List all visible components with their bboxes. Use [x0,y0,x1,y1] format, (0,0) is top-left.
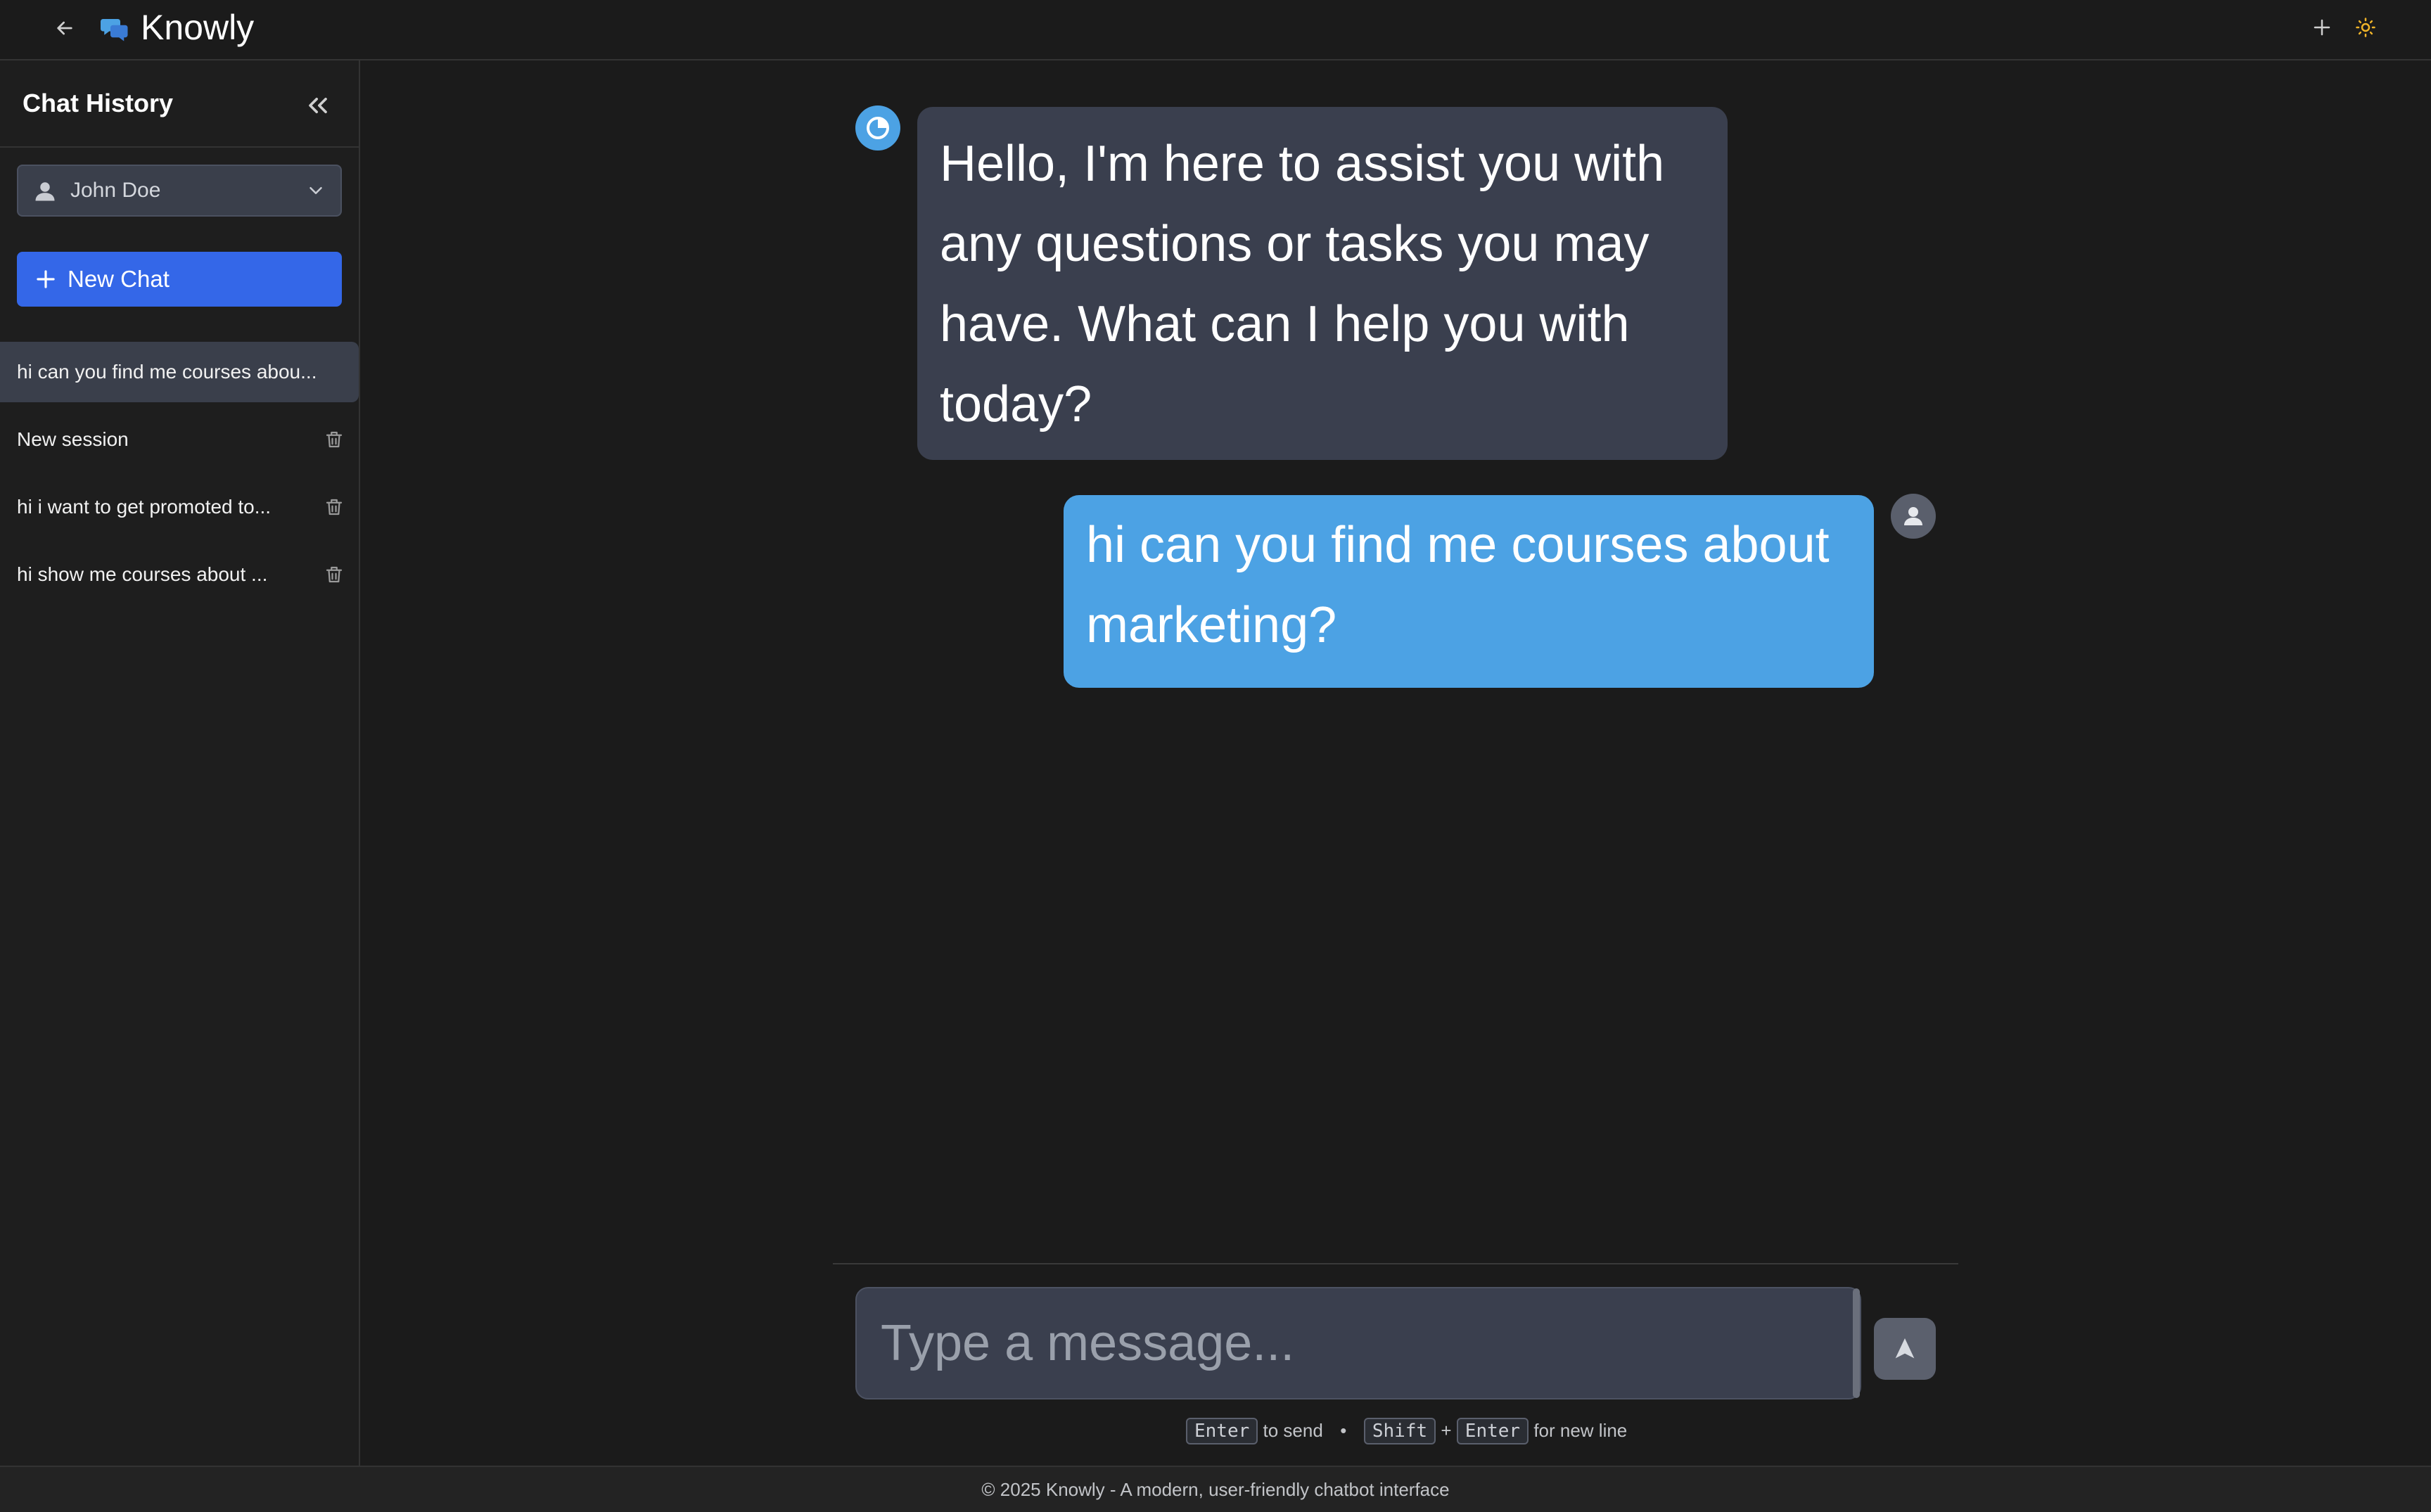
new-chat-header-button[interactable] [2306,11,2338,44]
user-avatar [1891,494,1936,539]
user-select-value: John Doe [70,179,161,202]
bot-pie-icon [867,117,889,139]
send-arrow-icon [1895,1338,1915,1359]
trash-icon[interactable] [324,564,345,585]
chat-session-label: hi i want to get promoted to... [17,496,272,518]
keyboard-hints: Enter to send • Shift + Enter for new li… [1186,1416,1627,1444]
collapse-sidebar-button[interactable] [300,87,336,124]
chat-session-item[interactable]: New session [0,409,359,470]
trash-icon[interactable] [324,429,345,450]
sidebar-title: Chat History [23,89,174,117]
new-chat-label: New Chat [68,266,170,292]
user-select[interactable]: John Doe [17,165,342,217]
enter-key: Enter [1186,1418,1258,1444]
enter-key: Enter [1456,1418,1529,1444]
chevron-down-icon [310,187,322,194]
chat-session-label: hi can you find me courses abou... [17,361,317,383]
chat-session-label: hi show me courses about ... [17,563,268,585]
send-button[interactable] [1874,1318,1936,1380]
app-title: Knowly [141,8,255,47]
trash-icon[interactable] [324,496,345,518]
chevrons-left-icon [309,98,327,113]
chat-session-item[interactable]: hi show me courses about ... [0,544,359,605]
chat-bubbles-icon [101,19,128,41]
user-icon [1904,507,1922,525]
footer: © 2025 Knowly - A modern, user-friendly … [0,1466,2431,1512]
input-scrollbar[interactable] [1853,1288,1860,1398]
shift-key: Shift [1363,1418,1436,1444]
footer-text: © 2025 Knowly - A modern, user-friendly … [981,1479,1450,1500]
top-bar: Knowly [0,0,2431,60]
hint-bullet: • [1340,1420,1347,1441]
sidebar-header: Chat History [0,60,359,148]
plus-icon [2314,19,2330,36]
theme-toggle-button[interactable] [2349,11,2382,44]
composer-divider [833,1263,1958,1264]
hint-to-send: to send [1263,1420,1323,1441]
user-message: hi can you find me courses about marketi… [1064,495,1874,688]
new-chat-button[interactable]: New Chat [17,252,342,307]
user-icon [35,182,55,201]
chat-session-item[interactable]: hi i want to get promoted to... [0,477,359,537]
message-input[interactable] [855,1287,1861,1399]
hint-plus: + [1441,1420,1452,1441]
sun-icon [2356,18,2375,37]
arrow-left-icon [57,21,72,35]
hint-new-line: for new line [1533,1420,1628,1441]
back-button[interactable] [49,13,80,44]
chat-session-label: New session [17,428,129,450]
bot-avatar [855,105,900,150]
plus-icon [37,270,55,288]
chat-history-sidebar: Chat History John Doe New Chat hi can yo… [0,60,360,1466]
chat-session-item[interactable]: hi can you find me courses abou... [0,342,359,402]
bot-message: Hello, I'm here to assist you with any q… [917,107,1728,460]
